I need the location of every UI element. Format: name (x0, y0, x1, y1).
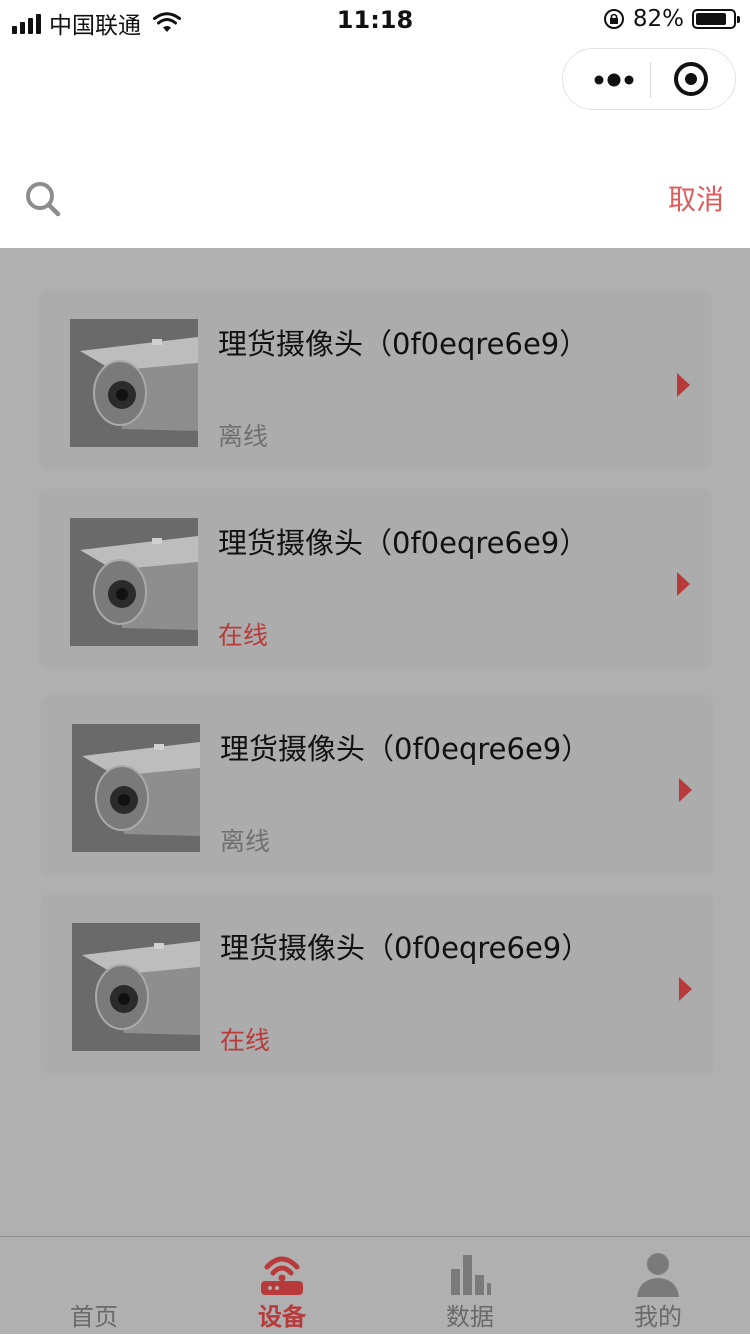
device-card[interactable]: 理货摄像头（0f0eqre6e9） 在线 (42, 895, 712, 1073)
user-icon (637, 1253, 679, 1297)
caret-right-icon (679, 778, 692, 802)
search-input[interactable] (80, 173, 644, 225)
tab-label: 首页 (70, 1303, 118, 1331)
rotation-lock-icon (603, 9, 624, 29)
tab-label: 设备 (258, 1303, 306, 1331)
search-bar: 取消 (0, 148, 750, 248)
caret-right-icon (677, 572, 690, 596)
device-status: 离线 (220, 827, 271, 856)
device-card[interactable]: 理货摄像头（0f0eqre6e9） 在线 (40, 490, 710, 668)
capsule-divider (650, 62, 651, 98)
tab-devices[interactable]: 设备 (188, 1237, 376, 1335)
capsule-menu (562, 48, 736, 110)
tab-home[interactable]: 首页 (0, 1237, 188, 1335)
tab-data[interactable]: 数据 (376, 1237, 564, 1335)
device-status: 在线 (218, 621, 269, 650)
tab-label: 我的 (634, 1303, 682, 1331)
device-card[interactable]: 理货摄像头（0f0eqre6e9） 离线 (42, 696, 712, 874)
more-icon[interactable] (585, 49, 649, 109)
search-icon (26, 182, 61, 217)
device-status: 在线 (220, 1026, 271, 1055)
battery-percent: 82% (632, 6, 684, 32)
device-name: 理货摄像头（0f0eqre6e9） (218, 327, 589, 361)
device-list: 理货摄像头（0f0eqre6e9） 离线 理货摄像头（0f0eqre6e9） 在… (0, 248, 750, 1236)
camera-thumbnail (72, 923, 200, 1051)
bar-chart-icon (451, 1255, 491, 1295)
camera-thumbnail (70, 319, 198, 447)
caret-right-icon (677, 373, 690, 397)
tab-bar: 首页 设备 数据 我的 (0, 1236, 750, 1334)
status-right: 82% (603, 6, 740, 32)
battery-icon (692, 9, 740, 29)
close-miniprogram-icon[interactable] (671, 59, 711, 99)
device-status: 离线 (218, 422, 269, 451)
router-icon (261, 1256, 303, 1295)
device-card[interactable]: 理货摄像头（0f0eqre6e9） 离线 (40, 291, 710, 469)
device-name: 理货摄像头（0f0eqre6e9） (220, 931, 591, 965)
camera-thumbnail (70, 518, 198, 646)
device-name: 理货摄像头（0f0eqre6e9） (218, 526, 589, 560)
tab-label: 数据 (446, 1303, 494, 1331)
caret-right-icon (679, 977, 692, 1001)
status-bar: 中国联通 11:18 82% (0, 0, 750, 40)
cancel-button[interactable]: 取消 (668, 178, 724, 218)
camera-thumbnail (72, 724, 200, 852)
device-name: 理货摄像头（0f0eqre6e9） (220, 732, 591, 766)
tab-mine[interactable]: 我的 (564, 1237, 750, 1335)
